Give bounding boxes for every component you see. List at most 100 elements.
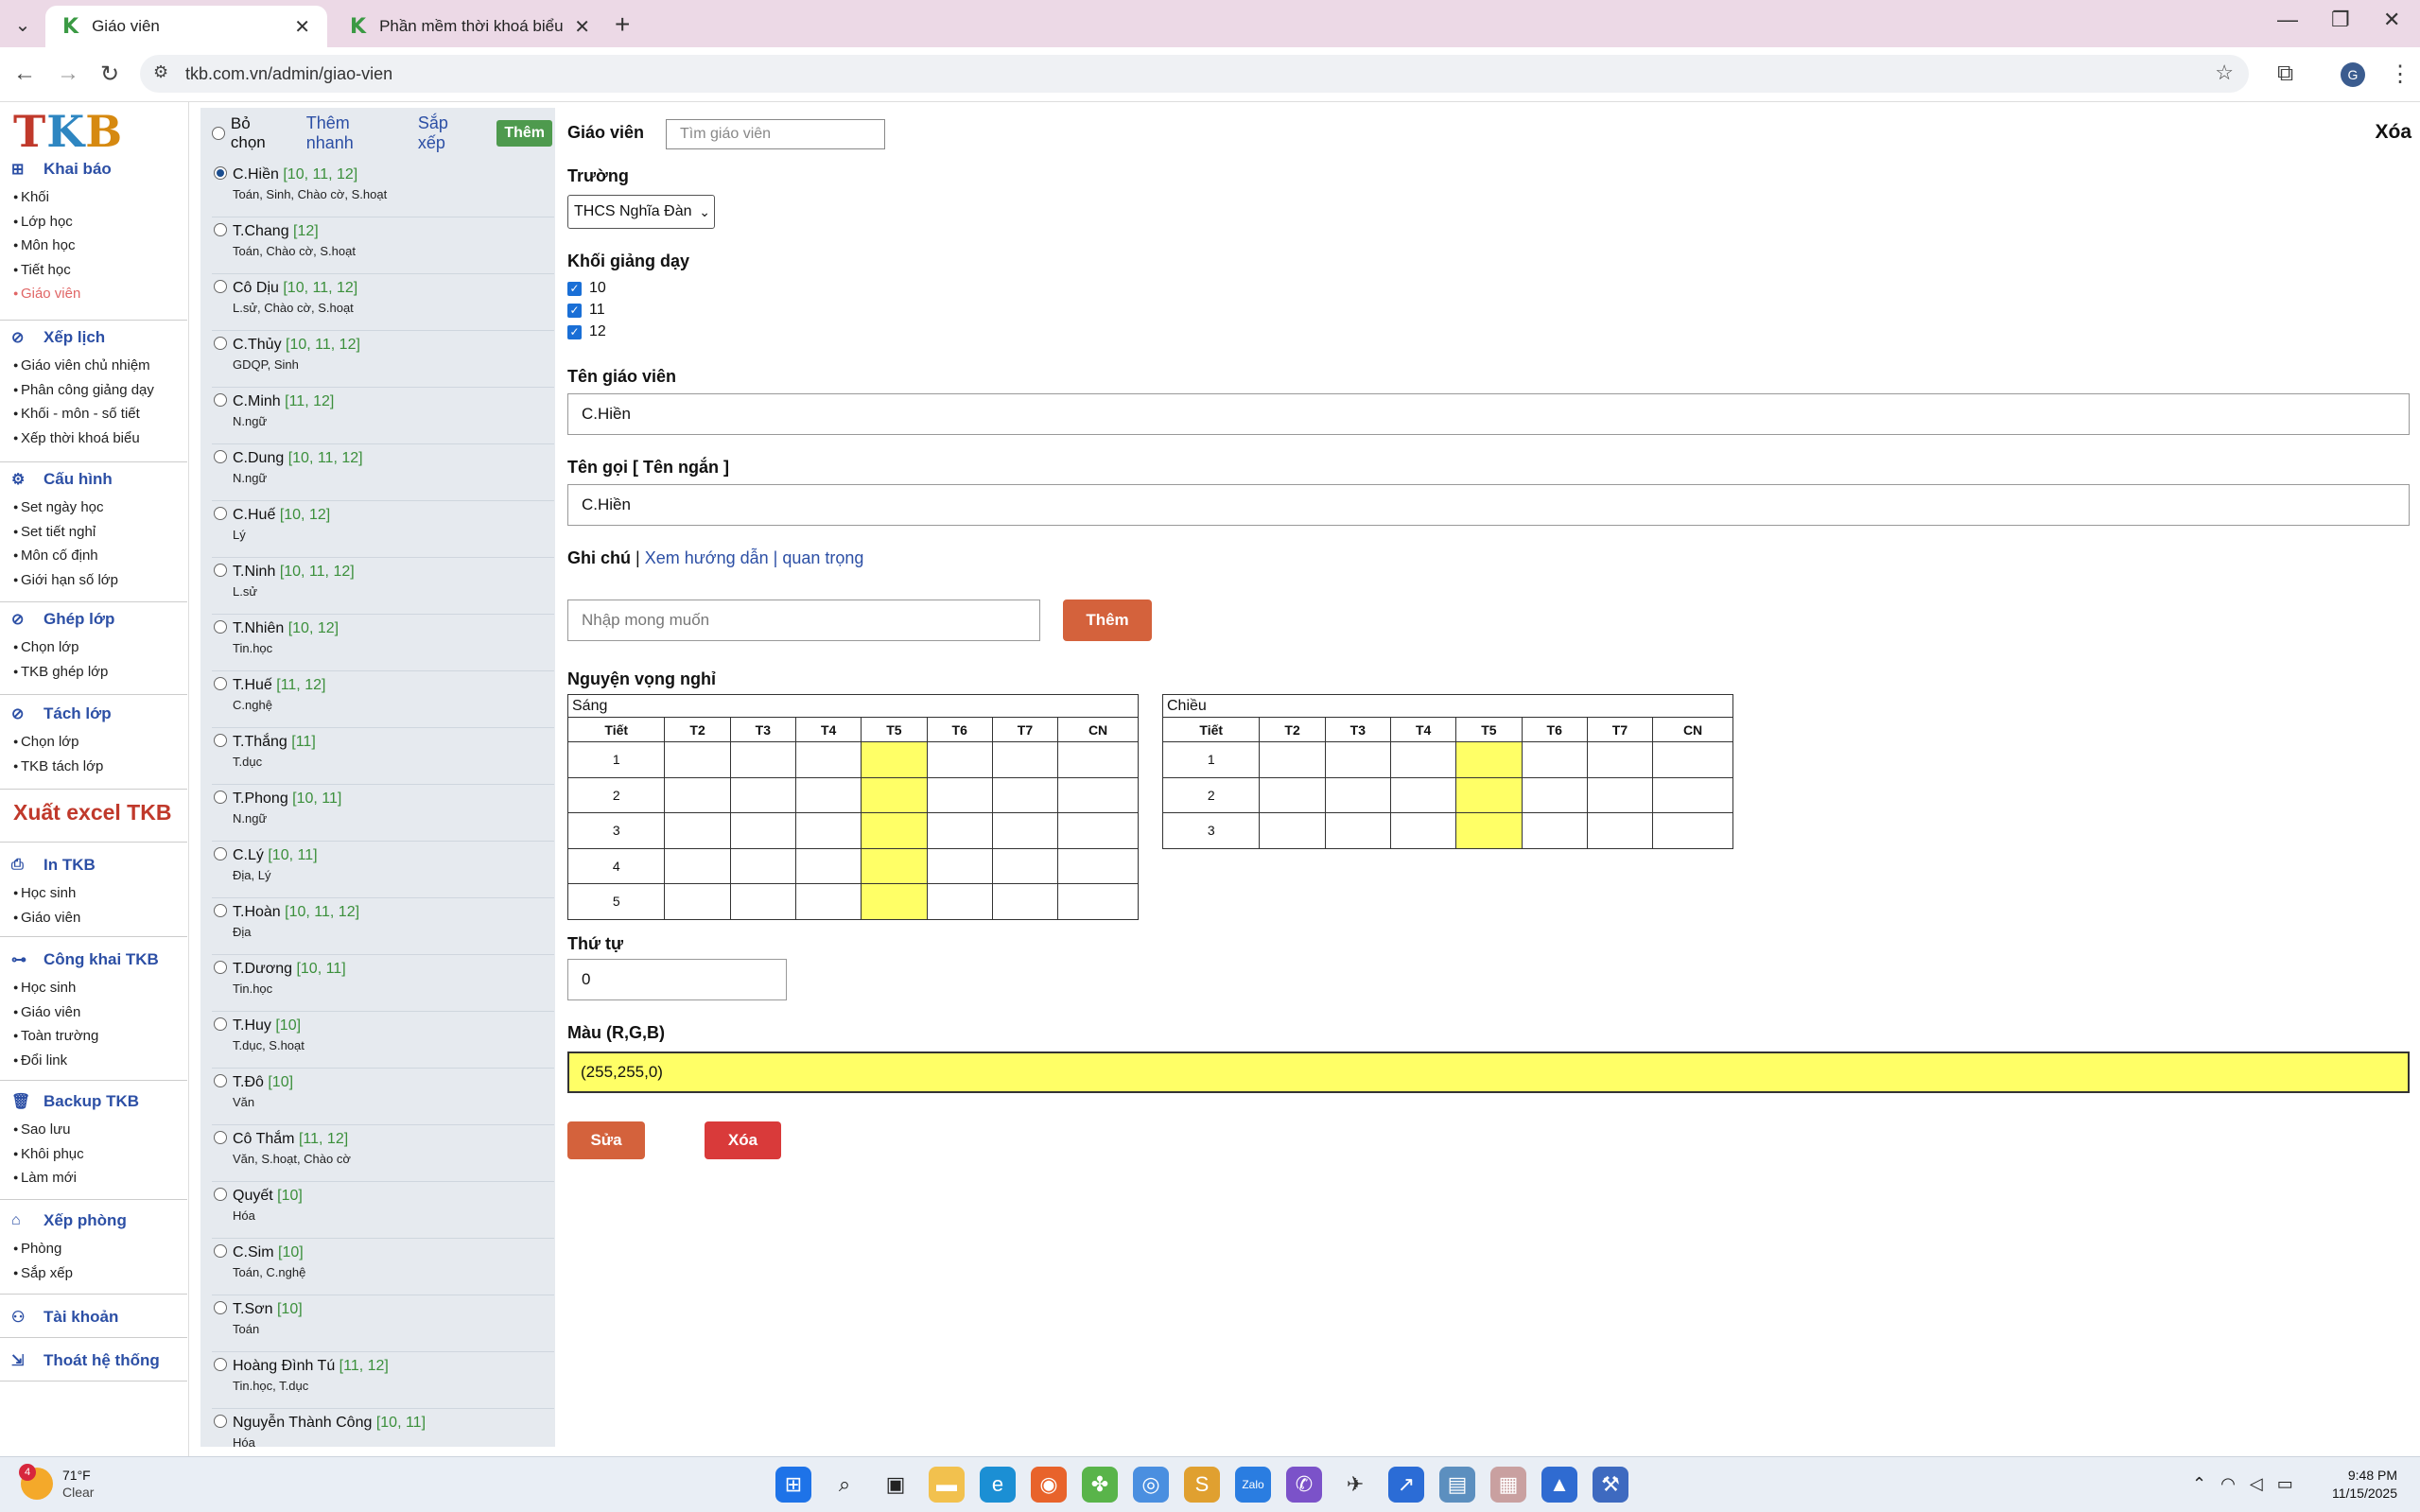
nav-head-backup[interactable]: 🗑︎ Backup TKB — [0, 1089, 189, 1114]
nav-head-tach-lop[interactable]: ⊘ Tách lớp — [0, 702, 189, 726]
leave-cell[interactable] — [729, 883, 796, 920]
minimize-icon[interactable]: — — [2277, 8, 2298, 32]
nav-item-sap-xep[interactable]: Sắp xếp — [0, 1261, 189, 1286]
nav-item-mon-hoc[interactable]: Môn học — [0, 234, 189, 258]
teacher-radio[interactable] — [214, 280, 227, 293]
nav-item-giao-vien[interactable]: Giáo viên — [0, 282, 189, 306]
teacher-row[interactable]: T.Phong [10, 11] N.ngữ — [212, 785, 554, 842]
guide-link[interactable]: Xem hướng dẫn | quan trọng — [645, 548, 864, 567]
grade-checkbox-10[interactable]: ✓ 10 — [567, 280, 606, 297]
teacher-name[interactable]: Quyết [10] — [233, 1188, 303, 1205]
checkbox-checked-icon[interactable]: ✓ — [567, 324, 582, 339]
teacher-row[interactable]: Cô Thắm [11, 12] Văn, S.hoạt, Chào cờ — [212, 1125, 554, 1182]
teacher-radio[interactable] — [214, 450, 227, 463]
leave-cell[interactable] — [794, 741, 862, 778]
teacher-radio[interactable] — [214, 734, 227, 747]
url-text[interactable]: tkb.com.vn/admin/giao-vien — [185, 64, 392, 84]
teacher-radio[interactable] — [214, 620, 227, 634]
grade-checkbox-11[interactable]: ✓ 11 — [567, 302, 605, 319]
search-icon[interactable]: ⌕ — [827, 1467, 862, 1503]
leave-cell[interactable] — [991, 883, 1059, 920]
leave-cell[interactable] — [1652, 776, 1733, 813]
teacher-radio[interactable] — [214, 1244, 227, 1258]
short-name-input[interactable]: C.Hiền — [567, 484, 2410, 526]
firefox-icon[interactable]: ◉ — [1031, 1467, 1067, 1503]
restore-icon[interactable]: ❐ — [2331, 8, 2350, 32]
extensions-icon[interactable]: ⧉ — [2277, 61, 2293, 87]
app-grid-icon[interactable]: ▦ — [1490, 1467, 1526, 1503]
leave-cell[interactable] — [926, 776, 993, 813]
system-tray[interactable]: ⌃ ◠ ◁ ▭ — [2192, 1474, 2293, 1494]
teacher-row[interactable]: T.Thắng [11] T.dục — [212, 728, 554, 785]
leave-cell[interactable] — [1324, 776, 1391, 813]
teacher-row[interactable]: C.Lý [10, 11] Địa, Lý — [212, 842, 554, 898]
chrome-icon[interactable]: ◎ — [1133, 1467, 1169, 1503]
system-clock[interactable]: 9:48 PM 11/15/2025 — [2322, 1467, 2397, 1503]
checkbox-checked-icon[interactable]: ✓ — [567, 303, 582, 318]
teacher-row[interactable]: T.Chang [12] Toán, Chào cờ, S.hoạt — [212, 217, 554, 274]
order-input[interactable]: 0 — [567, 959, 787, 1000]
app-tool-icon[interactable]: ⚒ — [1593, 1467, 1628, 1503]
omnibox[interactable]: ⚙ tkb.com.vn/admin/giao-vien ☆ — [140, 55, 2249, 93]
viber-icon[interactable]: ✆ — [1286, 1467, 1322, 1503]
leave-cell[interactable] — [861, 812, 928, 849]
sublime-icon[interactable]: S — [1184, 1467, 1220, 1503]
teacher-radio[interactable] — [214, 337, 227, 350]
leave-cell[interactable] — [794, 847, 862, 884]
leave-cell[interactable] — [1455, 776, 1523, 813]
nav-head-xep-phong[interactable]: ⌂ Xếp phòng — [0, 1208, 189, 1233]
nav-xuat-excel[interactable]: Xuất excel TKB — [13, 800, 171, 826]
teacher-name[interactable]: C.Huế [10, 12] — [233, 507, 330, 524]
leave-cell[interactable] — [794, 883, 862, 920]
leave-cell[interactable] — [1057, 776, 1139, 813]
add-wish-button[interactable]: Thêm — [1063, 600, 1152, 641]
teacher-name[interactable]: T.Thắng [11] — [233, 734, 316, 751]
grade-checkbox-12[interactable]: ✓ 12 — [567, 323, 606, 340]
nav-item-xep-tkb[interactable]: Xếp thời khoá biểu — [0, 426, 189, 451]
teacher-radio[interactable] — [214, 507, 227, 520]
teacher-name[interactable]: C.Lý [10, 11] — [233, 847, 318, 864]
nav-item-tkb-ghep[interactable]: TKB ghép lớp — [0, 660, 189, 685]
leave-cell[interactable] — [926, 883, 993, 920]
nav-item-lop-hoc[interactable]: Lớp học — [0, 210, 189, 235]
leave-cell[interactable] — [1057, 883, 1139, 920]
search-teacher-input[interactable]: Tìm giáo viên — [666, 119, 885, 149]
leave-cell[interactable] — [1389, 812, 1457, 849]
photos-icon[interactable]: ▲ — [1541, 1467, 1577, 1503]
teacher-row[interactable]: T.Huy [10] T.dục, S.hoạt — [212, 1012, 554, 1069]
nav-item-doi-link[interactable]: Đổi link — [0, 1049, 189, 1073]
teacher-name[interactable]: T.Phong [10, 11] — [233, 791, 341, 808]
teacher-name[interactable]: Cô Thắm [11, 12] — [233, 1131, 348, 1148]
leave-cell[interactable] — [729, 847, 796, 884]
bookmark-star-icon[interactable]: ☆ — [2215, 61, 2234, 85]
school-select[interactable]: THCS Nghĩa Đàn ⌄ — [567, 195, 715, 229]
teacher-row[interactable]: C.Sim [10] Toán, C.nghệ — [212, 1239, 554, 1295]
teacher-name[interactable]: T.Sơn [10] — [233, 1301, 303, 1318]
leave-cell[interactable] — [729, 776, 796, 813]
leave-cell[interactable] — [1455, 812, 1523, 849]
nav-item-ck-hoc-sinh[interactable]: Học sinh — [0, 976, 189, 1000]
teacher-name-input[interactable]: C.Hiền — [567, 393, 2410, 435]
delete-button[interactable]: Xóa — [705, 1121, 781, 1159]
teacher-radio[interactable] — [214, 1301, 227, 1314]
back-icon[interactable]: ← — [13, 61, 36, 87]
leave-cell[interactable] — [1521, 741, 1588, 778]
tkb-logo[interactable]: TKB — [13, 106, 123, 157]
leave-cell[interactable] — [1652, 812, 1733, 849]
leave-cell[interactable] — [664, 776, 731, 813]
profile-avatar[interactable]: G — [2341, 62, 2365, 87]
nav-item-gioi-han[interactable]: Giới hạn số lớp — [0, 568, 189, 593]
leave-cell[interactable] — [1586, 776, 1654, 813]
teacher-radio[interactable] — [214, 1188, 227, 1201]
teacher-row[interactable]: T.Sơn [10] Toán — [212, 1295, 554, 1352]
forward-icon[interactable]: → — [57, 61, 79, 87]
nav-item-set-tiet-nghi[interactable]: Set tiết nghỉ — [0, 520, 189, 545]
nav-item-in-giao-vien[interactable]: Giáo viên — [0, 906, 189, 930]
nav-item-khoi[interactable]: Khối — [0, 185, 189, 210]
leave-cell[interactable] — [1521, 776, 1588, 813]
chevron-up-icon[interactable]: ⌃ — [2192, 1474, 2206, 1493]
teacher-radio[interactable] — [214, 393, 227, 407]
teacher-radio[interactable] — [214, 564, 227, 577]
teacher-row[interactable]: C.Huế [10, 12] Lý — [212, 501, 554, 558]
teacher-name[interactable]: C.Thủy [10, 11, 12] — [233, 337, 360, 354]
